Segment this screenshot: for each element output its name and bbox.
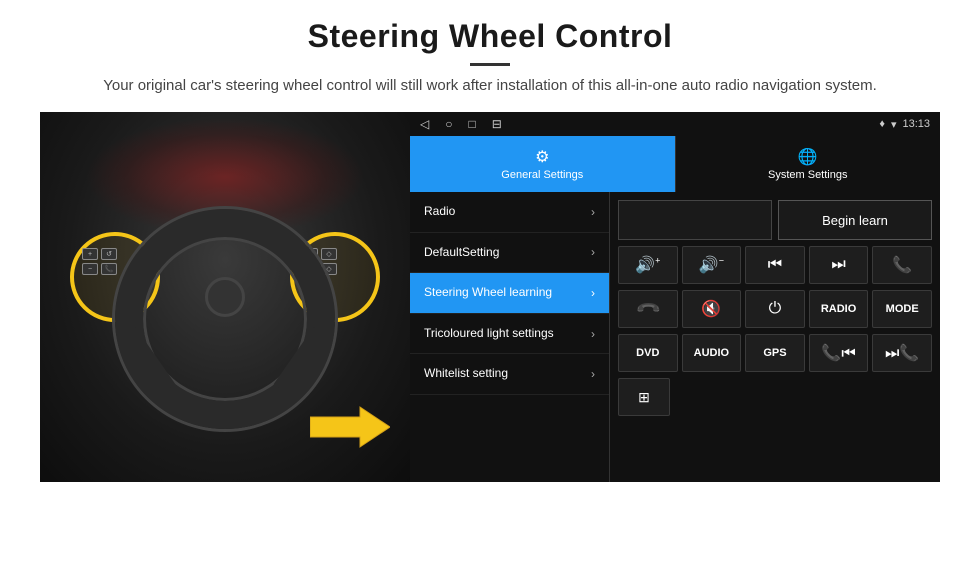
- controls-panel: Begin learn 🔊+ 🔊− ⏮: [610, 192, 940, 482]
- power-icon: ⏻: [769, 300, 782, 318]
- menu-arrow-tricolour: ›: [591, 327, 595, 341]
- answer-icon: 📞: [634, 295, 662, 323]
- menu-item-steering-label: Steering Wheel learning: [424, 285, 552, 301]
- prev-track-button[interactable]: ⏮: [745, 246, 805, 284]
- tab-system-settings[interactable]: 🌐 System Settings: [675, 136, 941, 192]
- ctrl-row-3: DVD AUDIO GPS 📞⏮ ⏭📞: [618, 334, 932, 372]
- back-icon[interactable]: ◁: [420, 117, 429, 131]
- status-bar: ◁ ○ □ ⊟ ♦ ▾ 13:13: [410, 112, 940, 136]
- main-content: Radio › DefaultSetting › Steering Wheel …: [410, 192, 940, 482]
- menu-item-whitelist[interactable]: Whitelist setting ›: [410, 354, 609, 395]
- menu-item-tricolour[interactable]: Tricoloured light settings ›: [410, 314, 609, 355]
- menu-item-steering[interactable]: Steering Wheel learning ›: [410, 273, 609, 314]
- empty-input-box: [618, 200, 772, 240]
- tab-bar: ⚙ General Settings 🌐 System Settings: [410, 136, 940, 192]
- prev-track-icon: ⏮: [768, 256, 782, 274]
- gps-button[interactable]: GPS: [745, 334, 805, 372]
- tel-prev-icon: 📞⏮: [821, 343, 855, 363]
- ctrl-row-2: 📞 🔇 ⏻ RADIO MODE: [618, 290, 932, 328]
- system-settings-icon: 🌐: [798, 147, 818, 167]
- dvd-label: DVD: [636, 347, 659, 359]
- menu-grid-icon: ⊞: [638, 389, 650, 406]
- tab-system-label: System Settings: [768, 169, 847, 181]
- power-button[interactable]: ⏻: [745, 290, 805, 328]
- tab-general-label: General Settings: [501, 169, 583, 181]
- gps-label: GPS: [763, 347, 786, 359]
- wifi-icon: ▾: [891, 118, 897, 131]
- radio-button[interactable]: RADIO: [809, 290, 869, 328]
- menu-item-radio-label: Radio: [424, 204, 455, 220]
- steering-wheel-image: + ↺ − 📞 ⊟ ◇ ○ ◇: [40, 112, 410, 482]
- vol-down-button[interactable]: 🔊−: [682, 246, 742, 284]
- tel-prev-button[interactable]: 📞⏮: [809, 334, 869, 372]
- menu-arrow-default: ›: [591, 245, 595, 259]
- title-section: Steering Wheel Control Your original car…: [40, 18, 940, 98]
- menu-item-default-label: DefaultSetting: [424, 245, 499, 261]
- menu-item-whitelist-label: Whitelist setting: [424, 366, 508, 382]
- recents-icon[interactable]: □: [468, 117, 475, 131]
- menu-arrow-radio: ›: [591, 205, 595, 219]
- ctrl-row-4: ⊞: [618, 378, 932, 416]
- mode-label: MODE: [886, 303, 919, 315]
- call-icon: 📞: [892, 255, 912, 275]
- subtitle: Your original car's steering wheel contr…: [80, 74, 900, 98]
- vol-up-icon: 🔊+: [635, 255, 660, 275]
- answer-button[interactable]: 📞: [618, 290, 678, 328]
- title-divider: [470, 63, 510, 66]
- dvd-button[interactable]: DVD: [618, 334, 678, 372]
- menu-arrow-steering: ›: [591, 286, 595, 300]
- android-panel: ◁ ○ □ ⊟ ♦ ▾ 13:13 ⚙ General Settings: [410, 112, 940, 482]
- menu-icon[interactable]: ⊟: [492, 117, 502, 131]
- next-tel-icon: ⏭📞: [885, 343, 919, 363]
- audio-label: AUDIO: [694, 347, 729, 359]
- location-icon: ♦: [879, 118, 885, 130]
- nav-icons: ◁ ○ □ ⊟: [420, 117, 502, 131]
- menu-list: Radio › DefaultSetting › Steering Wheel …: [410, 192, 610, 482]
- audio-button[interactable]: AUDIO: [682, 334, 742, 372]
- time-display: 13:13: [902, 118, 930, 130]
- menu-item-radio[interactable]: Radio ›: [410, 192, 609, 233]
- top-row: Begin learn: [618, 200, 932, 240]
- menu-arrow-whitelist: ›: [591, 367, 595, 381]
- vol-up-button[interactable]: 🔊+: [618, 246, 678, 284]
- begin-learn-button[interactable]: Begin learn: [778, 200, 932, 240]
- tab-general-settings[interactable]: ⚙ General Settings: [410, 136, 675, 192]
- vol-down-icon: 🔊−: [699, 255, 724, 275]
- pointing-arrow: [310, 402, 390, 452]
- content-area: + ↺ − 📞 ⊟ ◇ ○ ◇: [40, 112, 940, 482]
- menu-grid-button[interactable]: ⊞: [618, 378, 670, 416]
- mute-button[interactable]: 🔇: [682, 290, 742, 328]
- next-track-icon: ⏭: [831, 256, 845, 274]
- menu-item-default[interactable]: DefaultSetting ›: [410, 233, 609, 274]
- general-settings-icon: ⚙: [535, 147, 549, 167]
- page-title: Steering Wheel Control: [40, 18, 940, 55]
- ctrl-row-1: 🔊+ 🔊− ⏮ ⏭ 📞: [618, 246, 932, 284]
- home-icon[interactable]: ○: [445, 117, 452, 131]
- call-button[interactable]: 📞: [872, 246, 932, 284]
- next-tel-button[interactable]: ⏭📞: [872, 334, 932, 372]
- mute-icon: 🔇: [701, 299, 721, 319]
- mode-button[interactable]: MODE: [872, 290, 932, 328]
- menu-item-tricolour-label: Tricoloured light settings: [424, 326, 554, 342]
- radio-label: RADIO: [821, 303, 856, 315]
- next-track-button[interactable]: ⏭: [809, 246, 869, 284]
- status-right: ♦ ▾ 13:13: [879, 118, 930, 131]
